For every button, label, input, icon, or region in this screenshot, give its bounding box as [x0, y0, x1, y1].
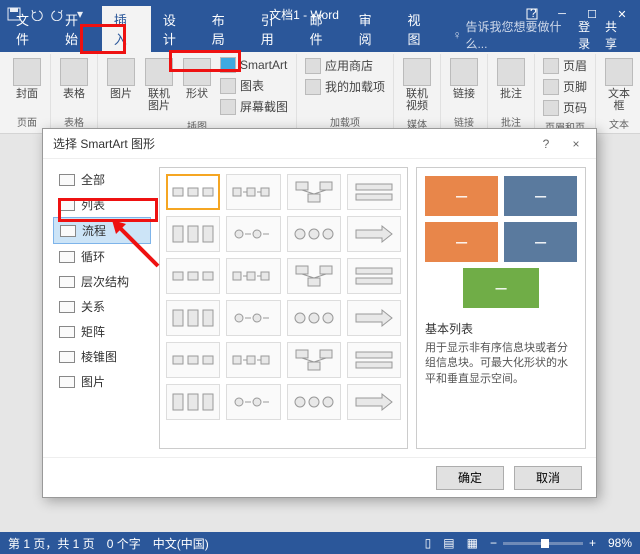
bulb-icon: ♀ — [452, 28, 461, 42]
cat-all[interactable]: 全部 — [53, 167, 151, 192]
layout-thumb[interactable] — [226, 384, 280, 420]
zoom-slider[interactable]: −+ — [490, 536, 596, 550]
save-icon[interactable] — [4, 4, 24, 24]
layout-thumb[interactable] — [287, 216, 341, 252]
share-button[interactable]: 共享 — [605, 18, 628, 52]
cancel-button[interactable]: 取消 — [514, 466, 582, 490]
layout-thumb[interactable] — [226, 300, 280, 336]
undo-icon[interactable] — [26, 4, 46, 24]
smartart-button[interactable]: SmartArt — [218, 56, 290, 74]
shapes-button[interactable]: 形状 — [180, 56, 214, 102]
layout-thumb[interactable] — [287, 174, 341, 210]
cat-pyramid[interactable]: 棱锥图 — [53, 344, 151, 369]
cat-picture[interactable]: 图片 — [53, 369, 151, 394]
preview-block: – — [504, 176, 577, 216]
view-web-icon[interactable]: ▦ — [467, 536, 478, 550]
cat-relationship[interactable]: 关系 — [53, 294, 151, 319]
layout-thumb[interactable] — [347, 300, 401, 336]
status-bar: 第 1 页，共 1 页 0 个字 中文(中国) ▯ ▤ ▦ −+ 98% — [0, 532, 640, 554]
status-language[interactable]: 中文(中国) — [153, 535, 209, 552]
layout-thumb[interactable] — [166, 342, 220, 378]
layout-thumb[interactable] — [287, 384, 341, 420]
ok-button[interactable]: 确定 — [436, 466, 504, 490]
textbox-button[interactable]: 文本框 — [602, 56, 636, 114]
tab-design[interactable]: 设计 — [151, 6, 200, 52]
layout-thumb[interactable] — [287, 342, 341, 378]
cat-cycle[interactable]: 循环 — [53, 244, 151, 269]
layout-thumb[interactable] — [347, 174, 401, 210]
page-number-button[interactable]: 页码 — [541, 98, 589, 117]
layout-thumb[interactable] — [166, 300, 220, 336]
tab-references[interactable]: 引用 — [249, 6, 298, 52]
layout-thumb[interactable] — [226, 174, 280, 210]
preview-block: – — [504, 222, 577, 262]
status-words[interactable]: 0 个字 — [107, 535, 141, 552]
preview-description: 用于显示非有序信息块或者分组信息块。可最大化形状的水平和垂直显示空间。 — [425, 341, 577, 387]
picture-button[interactable]: 图片 — [104, 56, 138, 102]
dialog-help-icon[interactable]: ? — [536, 137, 556, 151]
header-button[interactable]: 页眉 — [541, 56, 589, 75]
tell-me-search[interactable]: ♀告诉我您想要做什么... — [452, 18, 578, 52]
layout-thumb[interactable] — [347, 258, 401, 294]
layout-thumb[interactable] — [347, 384, 401, 420]
layout-thumb[interactable] — [166, 216, 220, 252]
view-print-icon[interactable]: ▤ — [443, 536, 454, 550]
layout-thumb[interactable] — [166, 384, 220, 420]
chart-button[interactable]: 图表 — [218, 76, 290, 95]
screenshot-button[interactable]: 屏幕截图 — [218, 97, 290, 116]
tab-view[interactable]: 视图 — [396, 6, 445, 52]
table-button[interactable]: 表格 — [57, 56, 91, 102]
view-read-icon[interactable]: ▯ — [425, 536, 432, 550]
online-picture-button[interactable]: 联机图片 — [142, 56, 176, 114]
cat-hierarchy[interactable]: 层次结构 — [53, 269, 151, 294]
preview-pane: – – – – – 基本列表 用于显示非有序信息块或者分组信息块。可最大化形状的… — [416, 167, 586, 449]
layout-thumb[interactable] — [347, 342, 401, 378]
online-video-button[interactable]: 联机视频 — [400, 56, 434, 114]
layout-thumb[interactable] — [226, 258, 280, 294]
footer-button[interactable]: 页脚 — [541, 77, 589, 96]
cat-matrix[interactable]: 矩阵 — [53, 319, 151, 344]
dialog-close-icon[interactable]: × — [566, 137, 586, 151]
login-link[interactable]: 登录 — [578, 18, 601, 52]
cat-process[interactable]: 流程 — [53, 217, 151, 244]
layout-thumb[interactable] — [287, 258, 341, 294]
layout-thumb[interactable] — [166, 258, 220, 294]
zoom-percent[interactable]: 98% — [608, 536, 632, 550]
cover-page-button[interactable]: 封面 — [10, 56, 44, 102]
smartart-dialog: 选择 SmartArt 图形 ? × 全部 列表 流程 循环 层次结构 关系 矩… — [42, 128, 597, 498]
category-list: 全部 列表 流程 循环 层次结构 关系 矩阵 棱锥图 图片 — [53, 167, 151, 449]
preview-block: – — [425, 176, 498, 216]
store-button[interactable]: 应用商店 — [303, 56, 387, 75]
qat-dropdown-icon[interactable]: ▾ — [70, 4, 90, 24]
comment-button[interactable]: 批注 — [494, 56, 528, 102]
layout-thumb[interactable] — [226, 216, 280, 252]
link-button[interactable]: 链接 — [447, 56, 481, 102]
ribbon-tabs: 文件 开始 插入 设计 布局 引用 邮件 审阅 视图 ♀告诉我您想要做什么...… — [0, 28, 640, 52]
preview-title: 基本列表 — [425, 320, 577, 337]
layout-thumb[interactable] — [226, 342, 280, 378]
tab-layout[interactable]: 布局 — [200, 6, 249, 52]
tab-review[interactable]: 审阅 — [347, 6, 396, 52]
redo-icon[interactable] — [48, 4, 68, 24]
layout-thumb[interactable] — [347, 216, 401, 252]
tab-insert[interactable]: 插入 — [102, 6, 151, 52]
dialog-title: 选择 SmartArt 图形 — [53, 135, 155, 152]
preview-block: – — [425, 222, 498, 262]
tab-mailings[interactable]: 邮件 — [298, 6, 347, 52]
layout-thumb[interactable] — [287, 300, 341, 336]
layout-thumb[interactable] — [166, 174, 220, 210]
preview-block: – — [463, 268, 539, 308]
layout-grid[interactable] — [159, 167, 408, 449]
ribbon: 封面页面 表格表格 图片 联机图片 形状 SmartArt 图表 屏幕截图 插图… — [0, 52, 640, 134]
cat-list[interactable]: 列表 — [53, 192, 151, 217]
status-page[interactable]: 第 1 页，共 1 页 — [8, 535, 95, 552]
my-addins-button[interactable]: 我的加载项 — [303, 77, 387, 96]
